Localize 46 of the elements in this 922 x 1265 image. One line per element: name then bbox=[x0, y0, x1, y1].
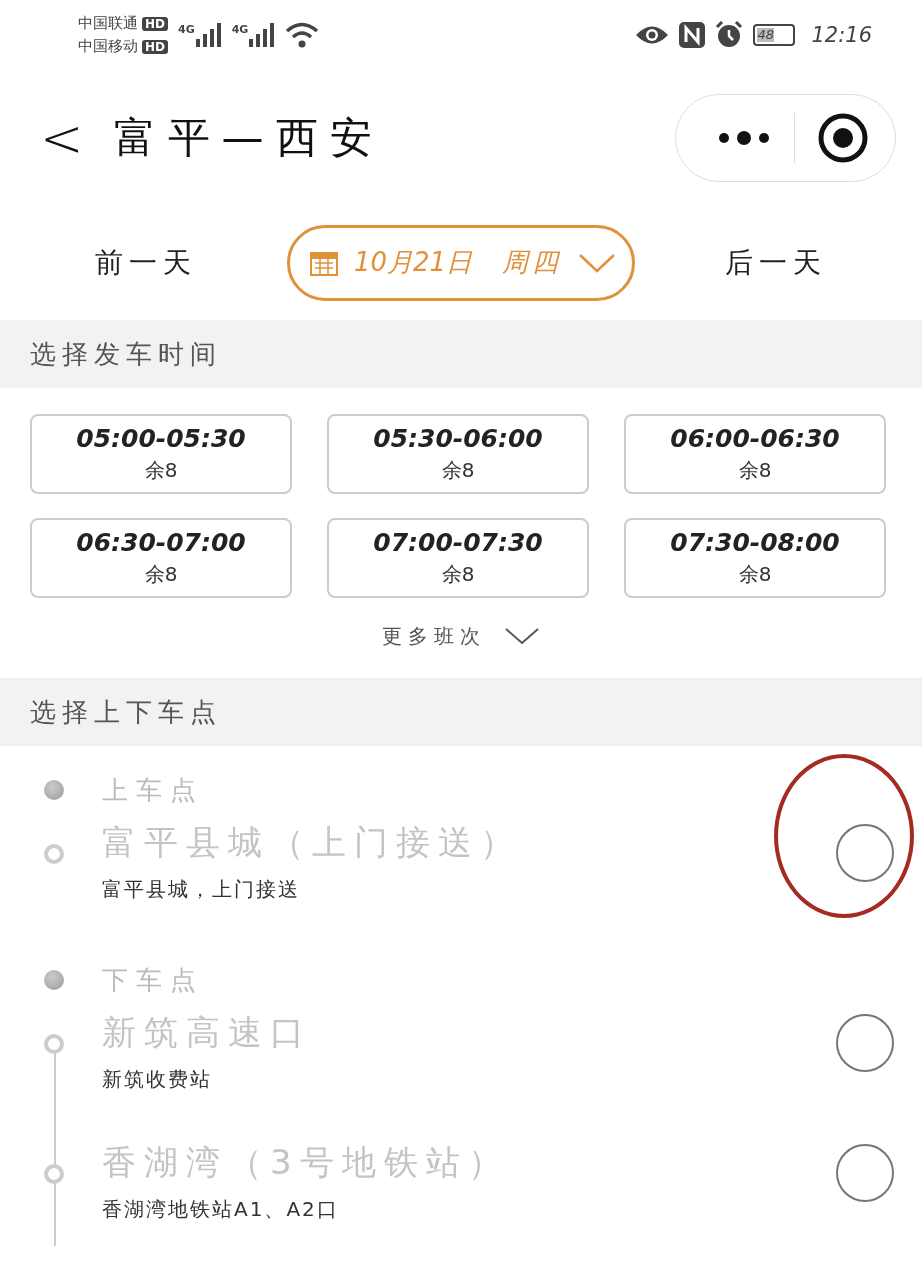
section-title: 选择发车时间 bbox=[30, 337, 222, 371]
carrier-name: 中国联通 bbox=[78, 14, 138, 33]
time-slot-button[interactable]: 06:30-07:00 余8 bbox=[30, 518, 292, 598]
stop-name: 香湖湾（3号地铁站） bbox=[102, 1141, 511, 1184]
wifi-icon bbox=[285, 21, 320, 49]
battery-icon: 48 bbox=[753, 24, 796, 46]
time-slot-button[interactable]: 07:00-07:30 余8 bbox=[327, 518, 589, 598]
carrier-name: 中国移动 bbox=[78, 37, 138, 56]
timeline-dot bbox=[44, 780, 64, 800]
back-button[interactable]: < bbox=[40, 107, 114, 168]
radio-button[interactable] bbox=[836, 824, 894, 882]
hd-badge: HD bbox=[142, 16, 168, 31]
time-slot-button[interactable]: 05:30-06:00 余8 bbox=[327, 414, 589, 494]
clock-time: 12:16 bbox=[811, 23, 872, 47]
stop-detail: 富平县城，上门接送 bbox=[102, 876, 301, 903]
stop-name: 新筑高速口 bbox=[102, 1011, 313, 1054]
more-trips-button[interactable]: 更多班次 bbox=[376, 612, 546, 660]
section-title: 选择上下车点 bbox=[30, 695, 222, 729]
hd-badge: HD bbox=[142, 39, 168, 54]
timeline-dot bbox=[44, 970, 64, 990]
alarm-icon bbox=[715, 21, 744, 49]
radio-button[interactable] bbox=[836, 1014, 894, 1072]
stop-name: 富平县城（上门接送） bbox=[102, 821, 523, 864]
chevron-down-icon bbox=[578, 252, 617, 273]
signal-icon bbox=[249, 23, 276, 47]
network-label: 4G bbox=[231, 23, 249, 36]
chevron-down-icon bbox=[504, 627, 540, 645]
nfc-icon bbox=[679, 22, 706, 48]
time-slot-button[interactable]: 05:00-05:30 余8 bbox=[30, 414, 292, 494]
radio-button[interactable] bbox=[836, 1144, 894, 1202]
eye-icon bbox=[635, 24, 670, 46]
more-icon[interactable] bbox=[716, 129, 772, 146]
calendar-icon bbox=[309, 249, 338, 276]
network-label: 4G bbox=[178, 23, 195, 36]
timeline-node bbox=[44, 844, 64, 864]
next-day-button[interactable]: 后一天 bbox=[725, 243, 827, 282]
close-target-icon[interactable] bbox=[817, 111, 869, 164]
stop-detail: 香湖湾地铁站A1、A2口 bbox=[102, 1196, 340, 1223]
stop-group-label: 下车点 bbox=[102, 963, 204, 997]
time-slot-button[interactable]: 07:30-08:00 余8 bbox=[624, 518, 886, 598]
time-slot-button[interactable]: 06:00-06:30 余8 bbox=[624, 414, 886, 494]
stop-group-label: 上车点 bbox=[102, 773, 204, 807]
page-title: 富平—西安 bbox=[113, 111, 385, 164]
signal-icon bbox=[195, 23, 222, 47]
stop-detail: 新筑收费站 bbox=[102, 1066, 213, 1093]
previous-day-button[interactable]: 前一天 bbox=[95, 243, 197, 282]
